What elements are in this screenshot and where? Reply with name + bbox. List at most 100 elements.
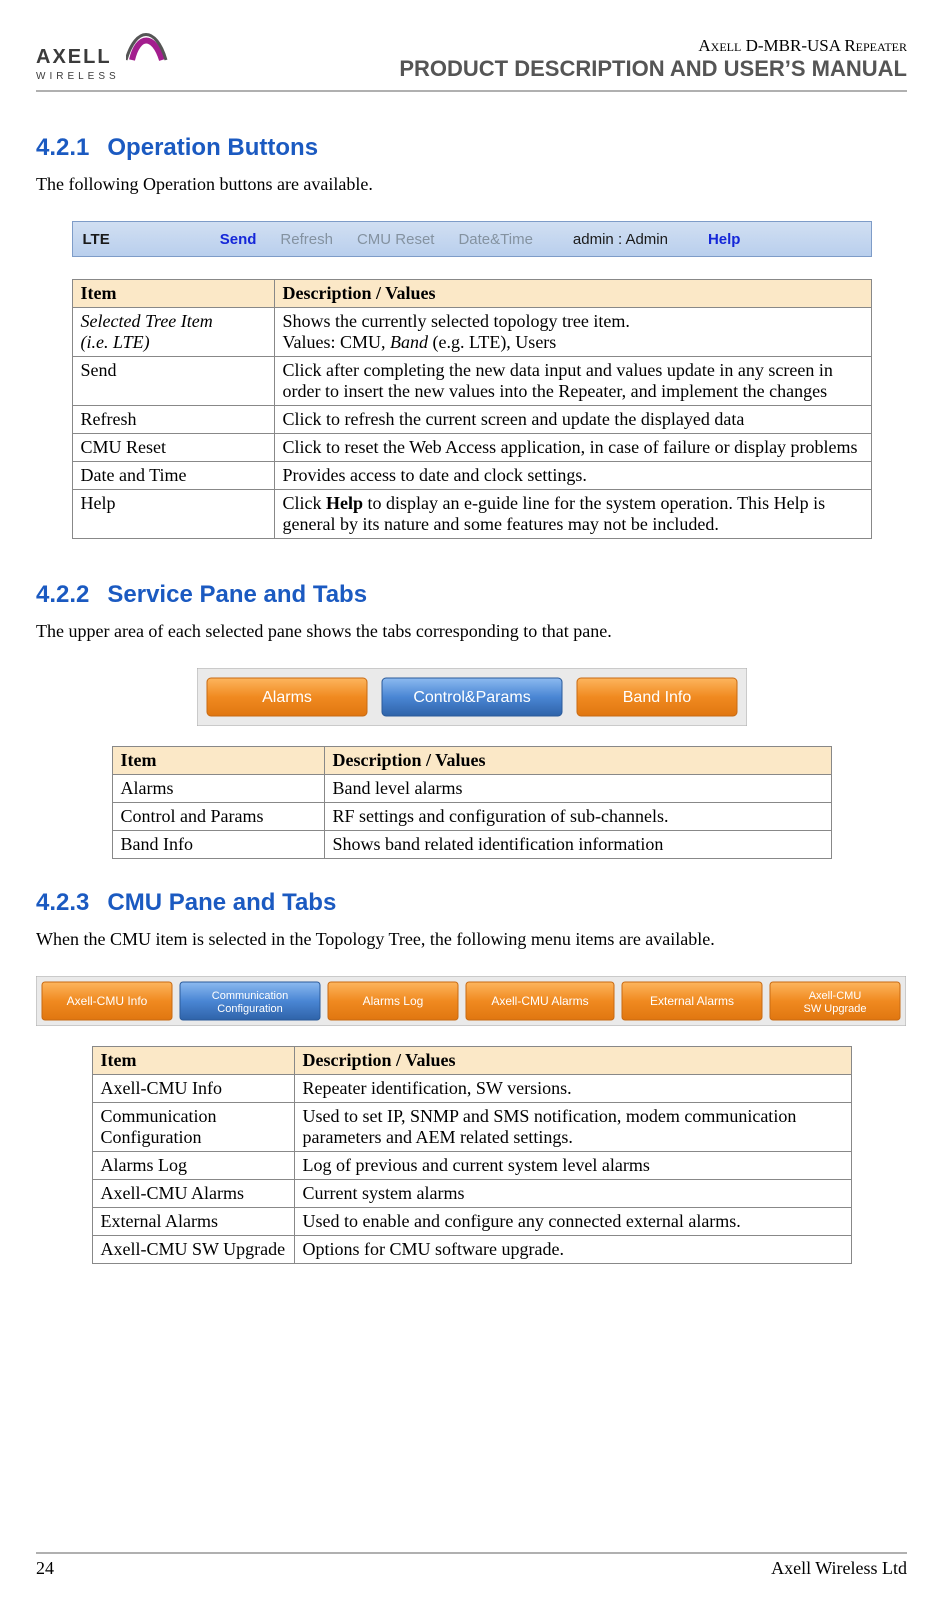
tab-ext-alarms: External Alarms [650, 994, 734, 1008]
cell-item: Alarms [112, 775, 324, 803]
th-item: Item [72, 280, 274, 308]
cell-item: Date and Time [72, 462, 274, 490]
toolbar-send: Send [220, 231, 257, 248]
cell-item: Band Info [112, 831, 324, 859]
intro-422: The upper area of each selected pane sho… [36, 621, 907, 642]
cell-desc-pre: Values: CMU, [283, 332, 391, 352]
cell-item: External Alarms [92, 1208, 294, 1236]
cell-desc-b: Help [326, 493, 363, 513]
heading-num: 4.2.3 [36, 889, 89, 916]
page-number: 24 [36, 1558, 54, 1579]
table-row: External Alarms Used to enable and confi… [92, 1208, 851, 1236]
footer-company: Axell Wireless Ltd [771, 1558, 907, 1579]
table-row: Axell-CMU Info Repeater identification, … [92, 1075, 851, 1103]
header-doc-title: PRODUCT DESCRIPTION AND USER’S MANUAL [399, 56, 907, 82]
cell-desc: Used to set IP, SNMP and SMS notificatio… [294, 1103, 851, 1152]
svg-text:Communication: Communication [212, 990, 288, 1002]
cmu-tabs-screenshot: Axell-CMU Info Communication Configurati… [36, 976, 906, 1026]
cell-item: Help [72, 490, 274, 539]
svg-text:SW Upgrade: SW Upgrade [804, 1003, 867, 1015]
cell-desc-i: Band [390, 332, 428, 352]
cell-desc-post: to display an e-guide line for the syste… [283, 493, 826, 534]
header-right: Axell D-MBR-USA Repeater PRODUCT DESCRIP… [399, 36, 907, 82]
cell-item: Axell-CMU Alarms [92, 1180, 294, 1208]
cell-desc-line1: Shows the currently selected topology tr… [283, 311, 630, 331]
toolbar-cmu-reset: CMU Reset [357, 231, 435, 248]
tab-alarms: Alarms [262, 689, 312, 706]
cell-item: Alarms Log [92, 1152, 294, 1180]
th-desc: Description / Values [324, 747, 831, 775]
hdr-seg-b: Repeater [844, 36, 907, 55]
th-item: Item [92, 1047, 294, 1075]
table-header-row: Item Description / Values [112, 747, 831, 775]
cell-item: Refresh [72, 406, 274, 434]
table-row: Communication Configuration Used to set … [92, 1103, 851, 1152]
table-header-row: Item Description / Values [92, 1047, 851, 1075]
svg-text:Axell-CMU: Axell-CMU [809, 990, 862, 1002]
intro-423: When the CMU item is selected in the Top… [36, 929, 907, 950]
table-row: Help Click Help to display an e-guide li… [72, 490, 871, 539]
table-row: Axell-CMU SW Upgrade Options for CMU sof… [92, 1236, 851, 1264]
toolbar-admin: admin : Admin [573, 231, 668, 248]
cell-desc: Click after completing the new data inpu… [274, 357, 871, 406]
table-row: Date and Time Provides access to date an… [72, 462, 871, 490]
cell-desc-post: (e.g. LTE), Users [428, 332, 556, 352]
heading-text: Service Pane and Tabs [107, 581, 367, 608]
cell-desc: Shows the currently selected topology tr… [274, 308, 871, 357]
table-cmu-tabs: Item Description / Values Axell-CMU Info… [92, 1046, 852, 1264]
heading-421: 4.2.1 Operation Buttons [36, 134, 907, 162]
heading-422: 4.2.2Service Pane and Tabs [36, 581, 907, 609]
brand-name-bottom: WIRELESS [36, 71, 120, 82]
tab-alarms-log: Alarms Log [363, 994, 424, 1008]
cell-desc: Click to refresh the current screen and … [274, 406, 871, 434]
table-row: Alarms Band level alarms [112, 775, 831, 803]
table-row: Send Click after completing the new data… [72, 357, 871, 406]
table-row: Axell-CMU Alarms Current system alarms [92, 1180, 851, 1208]
brand-name-top: AXELL [36, 46, 120, 69]
cell-desc: Current system alarms [294, 1180, 851, 1208]
cell-desc: Click to reset the Web Access applicatio… [274, 434, 871, 462]
cell-desc: Click Help to display an e-guide line fo… [274, 490, 871, 539]
cell-item: Axell-CMU Info [92, 1075, 294, 1103]
toolbar-screenshot: LTE Send Refresh CMU Reset Date&Time adm… [72, 221, 872, 257]
tab-cmu-alarms: Axell-CMU Alarms [491, 994, 588, 1008]
cell-desc: Provides access to date and clock settin… [274, 462, 871, 490]
cell-desc: Log of previous and current system level… [294, 1152, 851, 1180]
header-doc-type: Axell D-MBR-USA Repeater [399, 36, 907, 56]
cell-desc: Shows band related identification inform… [324, 831, 831, 859]
toolbar-datetime: Date&Time [458, 231, 532, 248]
cell-desc: RF settings and configuration of sub-cha… [324, 803, 831, 831]
th-desc: Description / Values [274, 280, 871, 308]
cell-desc: Repeater identification, SW versions. [294, 1075, 851, 1103]
tab-cmu-info: Axell-CMU Info [67, 994, 148, 1008]
cell-desc-pre: Click [283, 493, 327, 513]
table-operation-buttons: Item Description / Values Selected Tree … [72, 279, 872, 539]
tab-band-info: Band Info [622, 689, 691, 706]
intro-421: The following Operation buttons are avai… [36, 174, 907, 195]
cell-item: Send [72, 357, 274, 406]
logo: AXELL WIRELESS [36, 30, 168, 82]
cell-desc: Used to enable and configure any connect… [294, 1208, 851, 1236]
cell-desc: Options for CMU software upgrade. [294, 1236, 851, 1264]
table-service-tabs: Item Description / Values Alarms Band le… [112, 746, 832, 859]
th-item: Item [112, 747, 324, 775]
heading-text: Operation Buttons [107, 134, 318, 161]
heading-num: 4.2.1 [36, 134, 89, 161]
th-desc: Description / Values [294, 1047, 851, 1075]
hdr-seg-a: Axell D-MBR-USA [698, 36, 844, 55]
heading-423: 4.2.3 CMU Pane and Tabs [36, 889, 907, 917]
cell-item: Control and Params [112, 803, 324, 831]
heading-text: CMU Pane and Tabs [107, 889, 336, 916]
cell-item: Communication Configuration [92, 1103, 294, 1152]
toolbar-selected-item: LTE [83, 231, 110, 248]
header-rule [36, 90, 907, 92]
cell-desc: Band level alarms [324, 775, 831, 803]
table-header-row: Item Description / Values [72, 280, 871, 308]
svg-text:Configuration: Configuration [217, 1003, 282, 1015]
table-row: Band Info Shows band related identificat… [112, 831, 831, 859]
table-row: Control and Params RF settings and confi… [112, 803, 831, 831]
table-row: Refresh Click to refresh the current scr… [72, 406, 871, 434]
table-row: Alarms Log Log of previous and current s… [92, 1152, 851, 1180]
tab-control-params: Control&Params [413, 689, 530, 706]
table-row: Selected Tree Item (i.e. LTE) Shows the … [72, 308, 871, 357]
